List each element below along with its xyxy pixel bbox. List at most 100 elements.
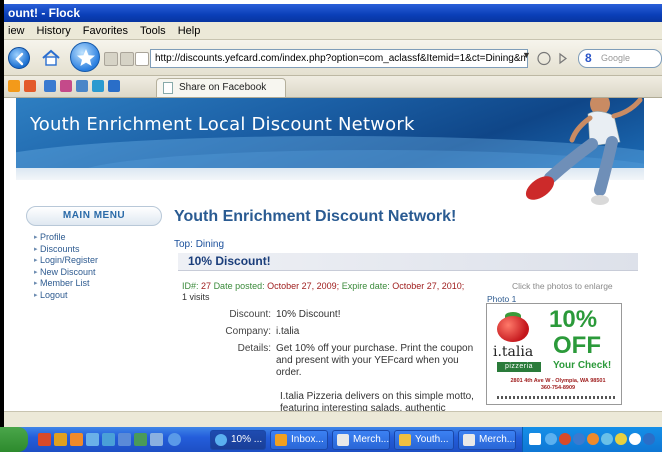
page-title: Youth Enrichment Discount Network! xyxy=(174,208,457,225)
upload-icon[interactable] xyxy=(108,80,120,92)
id-value: 27 xyxy=(201,281,212,291)
coupon-phone: 360-754-8909 xyxy=(540,385,576,391)
taskbar-task-merch-1[interactable]: Merch... xyxy=(332,430,390,450)
deal-header: 10% Discount! xyxy=(178,253,638,271)
task-label: Merch... xyxy=(353,434,390,445)
favorites-icon[interactable] xyxy=(60,80,72,92)
coupon-percent: 10% xyxy=(549,306,598,333)
quicklaunch-icon[interactable] xyxy=(70,433,83,446)
quicklaunch-icon[interactable] xyxy=(38,433,51,446)
company-value: i.talia xyxy=(276,326,300,337)
menu-favorites[interactable]: Favorites xyxy=(83,25,128,37)
menu-item-profile[interactable]: Profile xyxy=(34,232,162,244)
field-row-discount: Discount: 10% Discount! xyxy=(184,309,484,321)
mail-icon xyxy=(275,434,287,446)
coupon-photo[interactable]: i.talia pizzeria 10% OFF Your Check! 280… xyxy=(486,303,622,405)
posted-value: October 27, 2009; xyxy=(267,281,340,291)
quicklaunch-icon[interactable] xyxy=(54,433,67,446)
tab-share-on-facebook[interactable]: Share on Facebook xyxy=(156,78,286,97)
tray-icon[interactable] xyxy=(643,433,655,445)
field-row-details: Details: Get 10% off your purchase. Prin… xyxy=(184,343,484,379)
tray-icon[interactable] xyxy=(573,433,585,445)
address-bar[interactable]: http://discounts.yefcard.com/index.php?o… xyxy=(150,49,528,68)
folder-icon xyxy=(399,434,411,446)
main-menu-list: Profile Discounts Login/Register New Dis… xyxy=(26,232,162,301)
address-dropdown-icon[interactable]: ▼ xyxy=(522,50,531,60)
field-row-company: Company: i.talia xyxy=(184,326,484,338)
taskbar-task-browser[interactable]: 10% ... xyxy=(210,430,266,450)
menu-item-login-register[interactable]: Login/Register xyxy=(34,255,162,267)
window-title: ount! - Flock xyxy=(8,6,80,20)
status-bar xyxy=(4,411,662,427)
clipboard-icon[interactable] xyxy=(76,80,88,92)
page-viewport: Youth Enrichment Local Discount Network … xyxy=(4,98,662,411)
feed-icon[interactable] xyxy=(8,80,20,92)
rss-icon[interactable] xyxy=(120,52,134,66)
menu-item-discounts[interactable]: Discounts xyxy=(34,244,162,256)
quicklaunch-icon[interactable] xyxy=(168,433,181,446)
menu-item-logout[interactable]: Logout xyxy=(34,290,162,302)
menu-item-new-discount[interactable]: New Discount xyxy=(34,267,162,279)
blog-icon[interactable] xyxy=(24,80,36,92)
quicklaunch-icon[interactable] xyxy=(102,433,115,446)
taskbar-task-youth[interactable]: Youth... xyxy=(394,430,454,450)
taskbar-task-merch-2[interactable]: Merch... xyxy=(458,430,516,450)
taskbar-task-inbox[interactable]: Inbox... xyxy=(270,430,328,450)
people-icon[interactable] xyxy=(44,80,56,92)
expire-label: Expire date: xyxy=(341,281,390,291)
address-text: http://discounts.yefcard.com/index.php?o… xyxy=(155,53,528,64)
tray-icon[interactable] xyxy=(629,433,641,445)
coupon-address: 2801 4th Ave W - Olympia, WA 98501 xyxy=(510,378,606,384)
page-icon xyxy=(135,52,149,66)
deal-fields: Discount: 10% Discount! Company: i.talia… xyxy=(184,309,484,384)
quicklaunch-icon[interactable] xyxy=(118,433,131,446)
tray-icon[interactable] xyxy=(587,433,599,445)
main-menu: MAIN MENU Profile Discounts Login/Regist… xyxy=(26,206,162,316)
system-tray xyxy=(522,427,662,452)
breadcrumb-category[interactable]: Dining xyxy=(196,239,224,250)
menu-item-member-list[interactable]: Member List xyxy=(34,278,162,290)
navigation-toolbar: http://discounts.yefcard.com/index.php?o… xyxy=(4,40,662,76)
tray-icon[interactable] xyxy=(601,433,613,445)
tomato-graphic xyxy=(497,316,529,342)
deal-meta: ID#: 27 Date posted: October 27, 2009; E… xyxy=(182,281,482,303)
coupon-off: OFF xyxy=(553,332,601,359)
document-icon xyxy=(337,434,349,446)
menu-tools[interactable]: Tools xyxy=(140,25,166,37)
menu-view[interactable]: iew xyxy=(8,25,25,37)
help-icon[interactable] xyxy=(529,433,541,445)
expire-value: October 27, 2010; xyxy=(392,281,465,291)
star-icon xyxy=(77,49,95,66)
favorites-star-button[interactable] xyxy=(70,42,100,72)
company-description: I.talia Pizzeria delivers on this simple… xyxy=(280,391,474,411)
photo-hint: Click the photos to enlarge xyxy=(512,281,613,291)
flock-icon xyxy=(215,434,227,446)
task-label: 10% ... xyxy=(231,434,263,445)
photo-uploader-icon[interactable] xyxy=(104,52,118,66)
blog-editor-icon[interactable] xyxy=(92,80,104,92)
banner-title: Youth Enrichment Local Discount Network xyxy=(30,114,415,135)
quicklaunch-icon[interactable] xyxy=(86,433,99,446)
search-input[interactable]: 8 Google xyxy=(578,49,662,68)
back-button[interactable] xyxy=(8,47,30,69)
menu-help[interactable]: Help xyxy=(178,25,201,37)
task-label: Youth... xyxy=(415,434,449,445)
details-label: Details: xyxy=(237,343,271,354)
posted-label: Date posted: xyxy=(213,281,265,291)
breadcrumb-top[interactable]: Top: xyxy=(174,239,193,250)
window-titlebar: ount! - Flock xyxy=(4,4,662,22)
coupon-fine-print xyxy=(497,396,617,399)
company-label: Company: xyxy=(225,326,271,337)
home-button[interactable] xyxy=(40,47,62,69)
star-and-go-icon[interactable] xyxy=(534,49,574,68)
quicklaunch-icon[interactable] xyxy=(150,433,163,446)
task-label: Merch... xyxy=(479,434,516,445)
quicklaunch-icon[interactable] xyxy=(134,433,147,446)
document-icon xyxy=(463,434,475,446)
menu-history[interactable]: History xyxy=(37,25,71,37)
home-icon xyxy=(42,49,60,66)
start-button[interactable] xyxy=(0,427,28,452)
tray-icon[interactable] xyxy=(615,433,627,445)
tray-icon[interactable] xyxy=(559,433,571,445)
tray-icon[interactable] xyxy=(545,433,557,445)
